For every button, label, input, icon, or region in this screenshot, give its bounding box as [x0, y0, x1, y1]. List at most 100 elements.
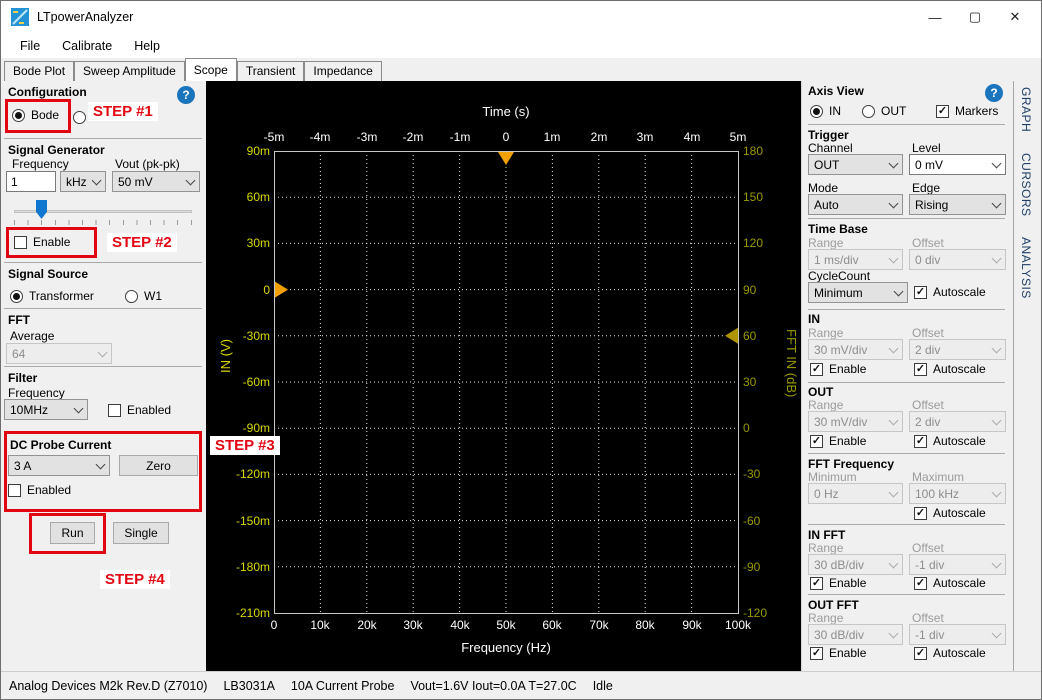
side-tab-cursors[interactable]: CURSORS	[1019, 153, 1033, 217]
tab-sweep-amplitude[interactable]: Sweep Amplitude	[74, 61, 185, 81]
frequency-axis-title: Frequency (Hz)	[274, 640, 738, 655]
time-base-header: Time Base	[808, 222, 868, 236]
in-tick: -90m	[212, 421, 270, 435]
status-state: Idle	[593, 679, 613, 693]
offset-label: Offset	[912, 326, 944, 340]
selected-value: 0 div	[915, 253, 940, 267]
checkbox-label: Enabled	[127, 403, 171, 417]
frequency-unit-select[interactable]: kHz	[60, 171, 106, 192]
status-readings: Vout=1.6V Iout=0.0A T=27.0C	[410, 679, 576, 693]
chevron-down-icon	[186, 175, 196, 185]
axis-view-out-radio[interactable]: OUT	[862, 104, 906, 118]
status-device: Analog Devices M2k Rev.D (Z7010)	[9, 679, 207, 693]
status-probe-id: LB3031A	[223, 679, 274, 693]
title-bar: LTpowerAnalyzer — ▢ ✕	[1, 1, 1041, 33]
time-tick: -2m	[391, 130, 435, 144]
config-bode-radio[interactable]: Bode	[12, 108, 59, 122]
help-icon[interactable]: ?	[177, 86, 195, 104]
side-tab-graph[interactable]: GRAPH	[1019, 87, 1033, 132]
source-w1-radio[interactable]: W1	[125, 289, 162, 303]
time-base-autoscale-checkbox[interactable]: Autoscale	[914, 285, 986, 299]
minimize-button[interactable]: —	[915, 1, 955, 33]
dc-probe-enabled-checkbox[interactable]: Enabled	[8, 483, 71, 497]
frequency-input[interactable]	[6, 171, 56, 192]
in-zero-marker-icon[interactable]	[275, 282, 288, 298]
tab-scope[interactable]: Scope	[185, 58, 237, 81]
chevron-down-icon	[992, 158, 1002, 168]
trigger-edge-select[interactable]: Rising	[909, 194, 1006, 215]
time-tick: 2m	[577, 130, 621, 144]
close-button[interactable]: ✕	[995, 1, 1035, 33]
signal-generator-enable-checkbox[interactable]: Enable	[14, 235, 70, 249]
app-window: LTpowerAnalyzer — ▢ ✕ File Calibrate Hel…	[0, 0, 1042, 700]
radio-label: IN	[829, 104, 841, 118]
chevron-down-icon	[992, 487, 1002, 497]
status-bar: Analog Devices M2k Rev.D (Z7010) LB3031A…	[1, 671, 1041, 699]
menu-file[interactable]: File	[9, 39, 51, 53]
side-tab-strip: GRAPH CURSORS ANALYSIS	[1013, 81, 1041, 671]
vout-select[interactable]: 50 mV	[112, 171, 200, 192]
source-transformer-radio[interactable]: Transformer	[10, 289, 94, 303]
checkbox-label: Enable	[829, 646, 866, 660]
cyclecount-select[interactable]: Minimum	[808, 282, 908, 303]
in-fft-range-select: 30 dB/div	[808, 554, 903, 575]
in-tick: 30m	[212, 236, 270, 250]
selected-value: 0 Hz	[814, 487, 839, 501]
filter-enabled-checkbox[interactable]: Enabled	[108, 403, 171, 417]
out-autoscale-checkbox[interactable]: Autoscale	[914, 434, 986, 448]
in-autoscale-checkbox[interactable]: Autoscale	[914, 362, 986, 376]
maximum-label: Maximum	[912, 470, 964, 484]
side-tab-analysis[interactable]: ANALYSIS	[1019, 237, 1033, 299]
checkbox-label: Enabled	[27, 483, 71, 497]
chevron-down-icon	[992, 628, 1002, 638]
single-button[interactable]: Single	[113, 522, 169, 544]
tab-bode-plot[interactable]: Bode Plot	[4, 61, 74, 81]
trigger-mode-select[interactable]: Auto	[808, 194, 903, 215]
out-enable-checkbox[interactable]: Enable	[810, 434, 866, 448]
help-icon[interactable]: ?	[985, 84, 1003, 102]
checkbox-icon	[914, 577, 927, 590]
in-fft-autoscale-checkbox[interactable]: Autoscale	[914, 576, 986, 590]
menu-bar: File Calibrate Help	[1, 33, 1041, 58]
cyclecount-label: CycleCount	[808, 269, 870, 283]
zero-button[interactable]: Zero	[119, 455, 198, 476]
markers-checkbox[interactable]: Markers	[936, 104, 998, 118]
menu-help[interactable]: Help	[123, 39, 171, 53]
run-button[interactable]: Run	[50, 522, 95, 544]
offset-label: Offset	[912, 236, 944, 250]
out-offset-select: 2 div	[909, 411, 1006, 432]
checkbox-icon	[810, 577, 823, 590]
time-tick: 0	[484, 130, 528, 144]
fft-level-marker-icon[interactable]	[725, 328, 738, 344]
maximize-button[interactable]: ▢	[955, 1, 995, 33]
chevron-down-icon	[889, 558, 899, 568]
time-zero-marker-icon[interactable]	[498, 152, 514, 165]
in-range-select: 30 mV/div	[808, 339, 903, 360]
fft-freq-autoscale-checkbox[interactable]: Autoscale	[914, 506, 986, 520]
minimum-label: Minimum	[808, 470, 857, 484]
axis-view-in-radio[interactable]: IN	[810, 104, 841, 118]
time-base-offset-select: 0 div	[909, 249, 1006, 270]
checkbox-label: Autoscale	[933, 362, 986, 376]
tab-transient[interactable]: Transient	[237, 61, 305, 81]
trigger-channel-select[interactable]: OUT	[808, 154, 903, 175]
amplitude-slider-thumb[interactable]	[36, 200, 47, 219]
in-enable-checkbox[interactable]: Enable	[810, 362, 866, 376]
selected-value: 100 kHz	[915, 487, 959, 501]
out-fft-enable-checkbox[interactable]: Enable	[810, 646, 866, 660]
menu-calibrate[interactable]: Calibrate	[51, 39, 123, 53]
selected-value: Minimum	[814, 286, 863, 300]
filter-frequency-select[interactable]: 10MHz	[4, 399, 88, 420]
tab-impedance[interactable]: Impedance	[304, 61, 381, 81]
in-fft-enable-checkbox[interactable]: Enable	[810, 576, 866, 590]
fft-axis-title: FFT IN (dB)	[784, 329, 799, 397]
out-fft-autoscale-checkbox[interactable]: Autoscale	[914, 646, 986, 660]
range-label: Range	[808, 236, 843, 250]
trigger-level-select[interactable]: 0 mV	[909, 154, 1006, 175]
dc-probe-current-select[interactable]: 3 A	[8, 455, 110, 476]
checkbox-label: Markers	[955, 104, 998, 118]
selected-value: OUT	[814, 158, 839, 172]
selected-value: 30 mV/div	[814, 415, 867, 429]
config-second-radio[interactable]: I	[73, 110, 95, 124]
checkbox-label: Autoscale	[933, 285, 986, 299]
